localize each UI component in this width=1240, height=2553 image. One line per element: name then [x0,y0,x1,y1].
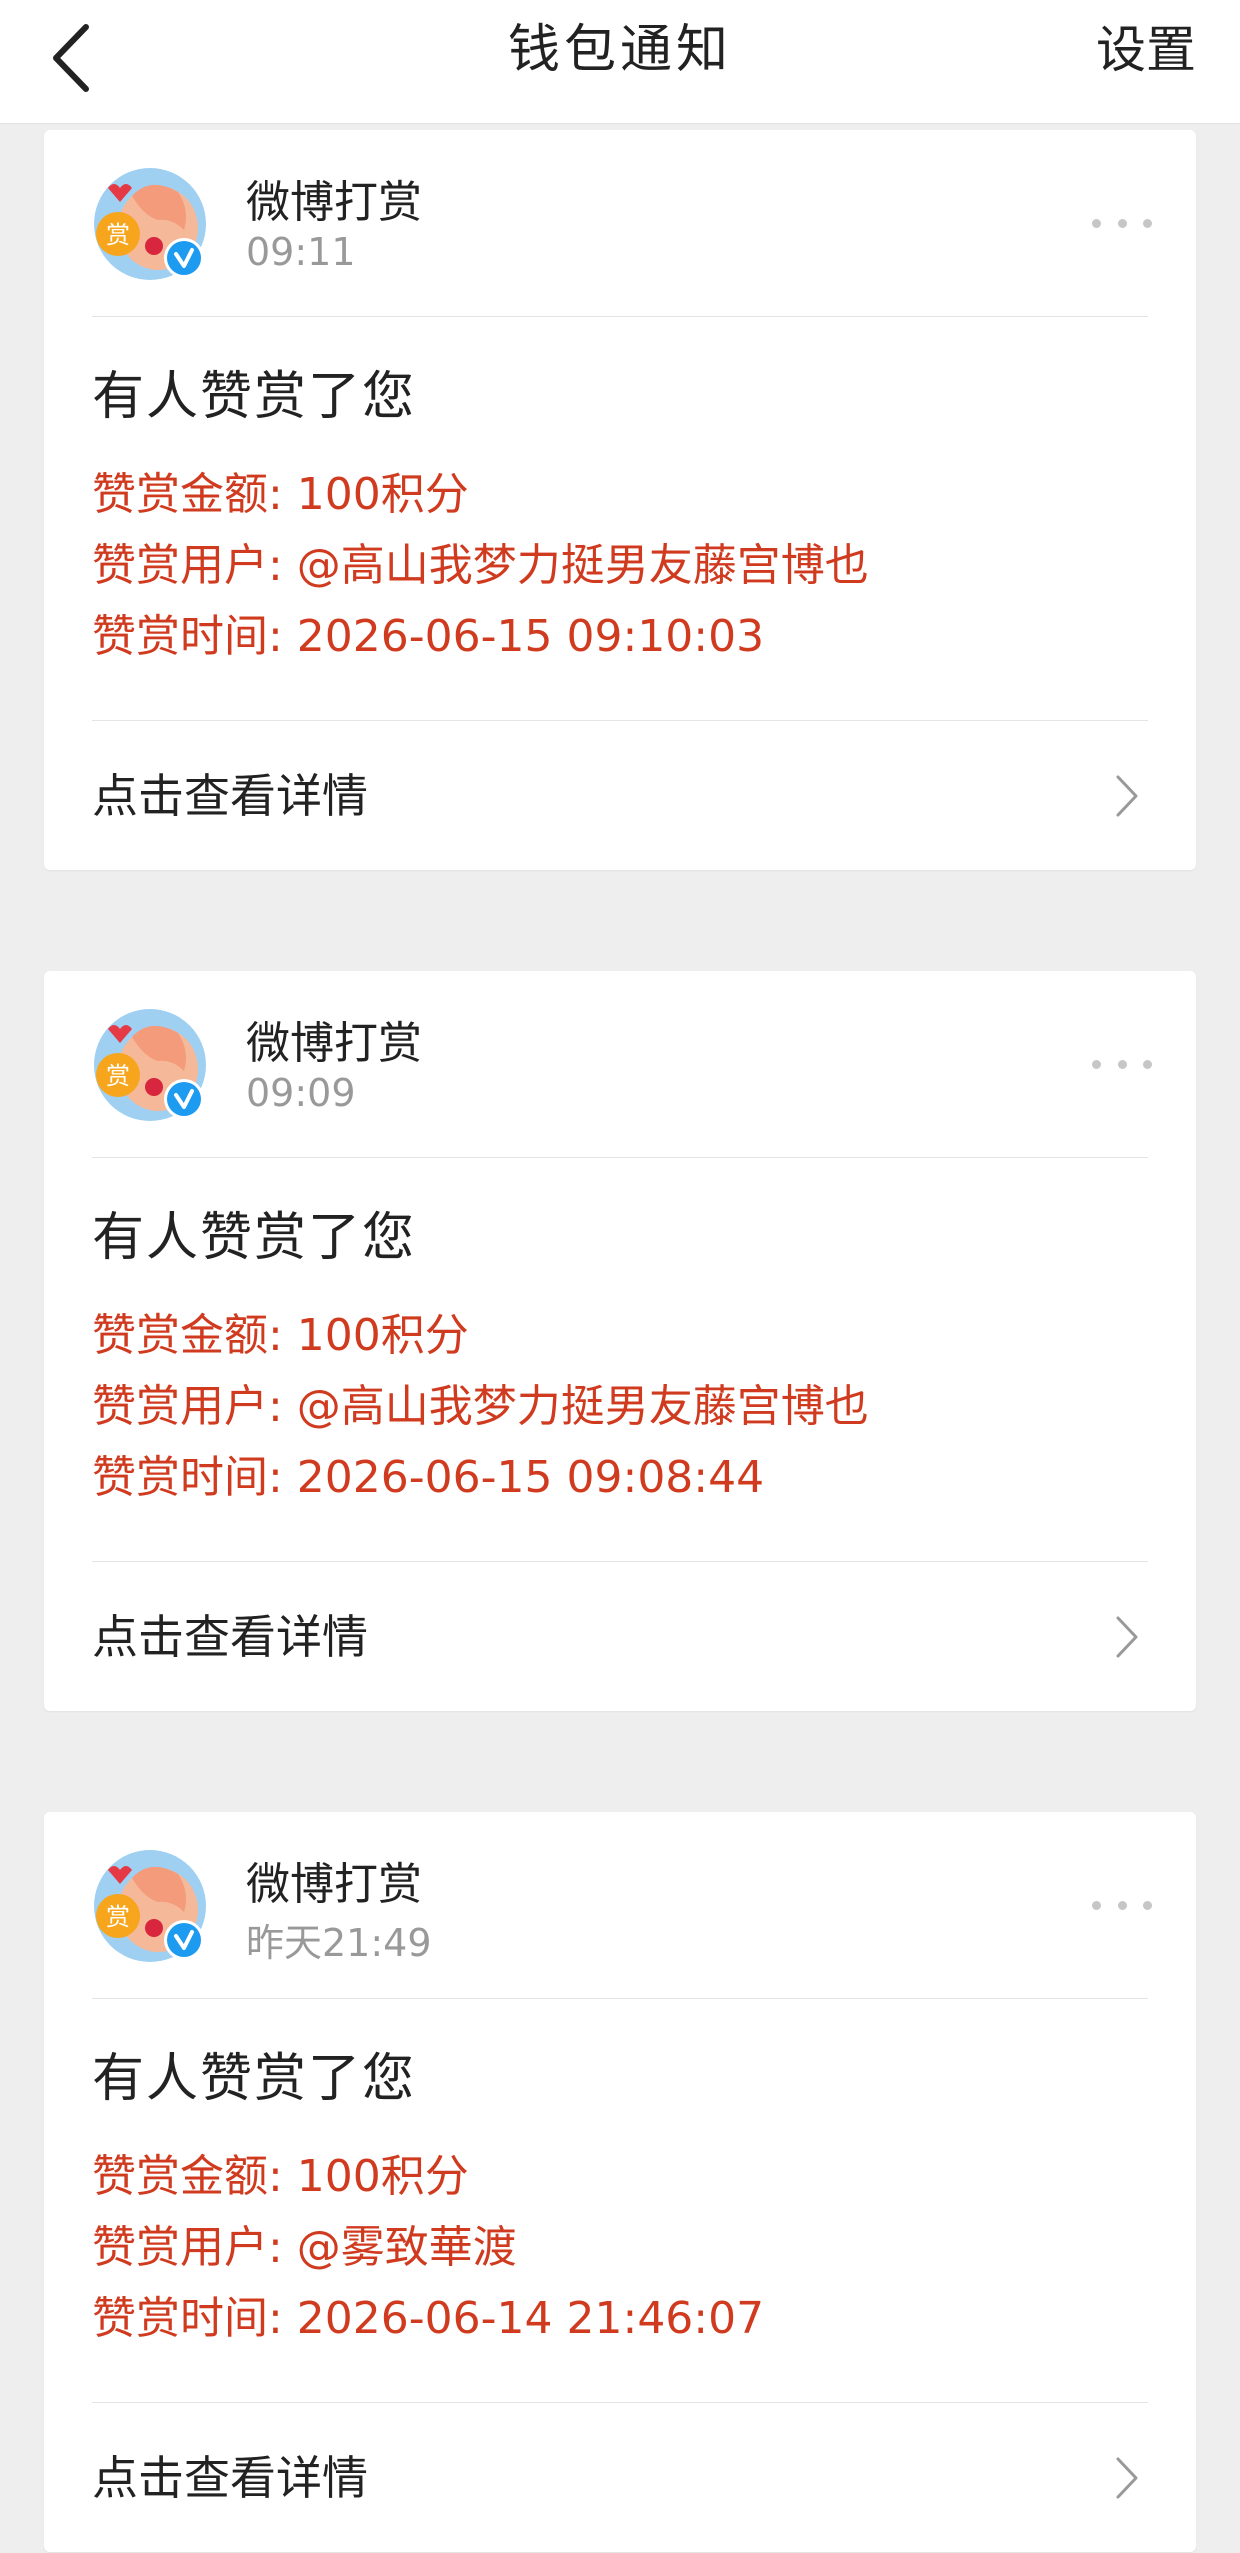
more-options-icon[interactable] [1092,208,1152,238]
reward-user: 赞赏用户: @雾致華渡 [92,2222,517,2273]
reward-user: 赞赏用户: @高山我梦力挺男友藤宫博也 [92,1381,869,1432]
more-options-icon[interactable] [1092,1890,1152,1920]
card-header: 赏 微博打赏 09:11 [44,130,1196,316]
sender-name: 微博打赏 [246,177,422,228]
sender-name: 微博打赏 [246,1859,422,1910]
chevron-right-icon [1116,775,1138,817]
message-title: 有人赞赏了您 [92,367,417,427]
view-details-link[interactable]: 点击查看详情 [92,1561,1148,1711]
settings-button[interactable]: 设置 [1096,0,1196,100]
avatar[interactable]: 赏 [92,166,208,282]
view-details-link[interactable]: 点击查看详情 [92,720,1148,870]
card-body: 有人赞赏了您 赞赏金额: 100积分 赞赏用户: @雾致華渡 赞赏时间: 202… [44,1999,1196,2402]
card-body: 有人赞赏了您 赞赏金额: 100积分 赞赏用户: @高山我梦力挺男友藤宫博也 赞… [44,1158,1196,1561]
reward-amount: 赞赏金额: 100积分 [92,2151,469,2202]
view-details-label: 点击查看详情 [92,1610,368,1664]
view-details-link[interactable]: 点击查看详情 [92,2402,1148,2552]
page-title: 钱包通知 [507,20,732,80]
notification-card: 赏 微博打赏 09:11 有人赞赏了您 赞赏金额: 100积分 赞赏用户: @高… [44,130,1196,870]
notification-time: 昨天21:49 [246,1921,432,1965]
reward-amount: 赞赏金额: 100积分 [92,469,469,520]
view-details-label: 点击查看详情 [92,2451,368,2505]
notification-card: 赏 微博打赏 昨天21:49 有人赞赏了您 赞赏金额: 100积分 赞赏用户: … [44,1812,1196,2552]
notification-time: 09:09 [246,1071,356,1115]
card-header: 赏 微博打赏 09:09 [44,971,1196,1157]
reward-time: 赞赏时间: 2026-06-15 09:08:44 [92,1452,765,1503]
avatar-badge-text: 赏 [106,221,130,249]
message-title: 有人赞赏了您 [92,2049,417,2109]
more-options-icon[interactable] [1092,1049,1152,1079]
message-title: 有人赞赏了您 [92,1208,417,1268]
notification-card: 赏 微博打赏 09:09 有人赞赏了您 赞赏金额: 100积分 赞赏用户: @高… [44,971,1196,1711]
avatar-badge-text: 赏 [106,1062,130,1090]
avatar-badge-text: 赏 [106,1903,130,1931]
chevron-right-icon [1116,1616,1138,1658]
avatar[interactable]: 赏 [92,1007,208,1123]
view-details-label: 点击查看详情 [92,769,368,823]
navigation-bar: 钱包通知 设置 [0,0,1240,124]
card-body: 有人赞赏了您 赞赏金额: 100积分 赞赏用户: @高山我梦力挺男友藤宫博也 赞… [44,317,1196,720]
reward-time: 赞赏时间: 2026-06-14 21:46:07 [92,2293,765,2344]
card-header: 赏 微博打赏 昨天21:49 [44,1812,1196,1998]
notification-time: 09:11 [246,230,356,274]
chevron-right-icon [1116,2457,1138,2499]
avatar[interactable]: 赏 [92,1848,208,1964]
sender-name: 微博打赏 [246,1018,422,1069]
reward-time: 赞赏时间: 2026-06-15 09:10:03 [92,611,765,662]
reward-user: 赞赏用户: @高山我梦力挺男友藤宫博也 [92,540,869,591]
reward-amount: 赞赏金额: 100积分 [92,1310,469,1361]
